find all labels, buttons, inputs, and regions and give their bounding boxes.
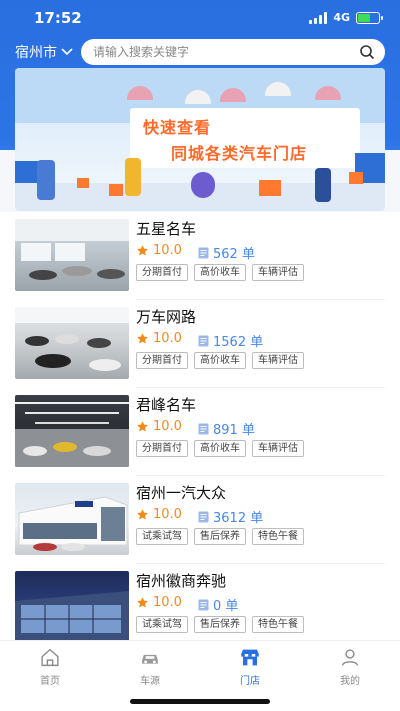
document-icon — [198, 599, 209, 610]
star-icon — [137, 245, 148, 256]
person-illustration — [37, 160, 55, 200]
tab-label: 我的 — [340, 676, 360, 687]
store-rating: 10.0 — [136, 331, 182, 346]
star-icon — [137, 333, 148, 344]
tab-label: 首页 — [40, 676, 60, 687]
star-icon — [137, 421, 148, 432]
home-indicator — [130, 699, 270, 704]
store-name: 宿州徽商奔驰 — [136, 572, 227, 590]
home-icon — [41, 648, 59, 667]
store-rating: 10.0 — [136, 595, 182, 610]
document-icon — [198, 511, 209, 522]
network-label: 4G — [333, 11, 350, 24]
store-tags: 试乘试驾 售后保养 特色午餐 — [136, 528, 304, 545]
store-photo — [15, 571, 129, 640]
store-tags: 分期首付 高价收车 车辆评估 — [136, 264, 304, 281]
banner-title: 快速查看 — [143, 118, 212, 137]
order-count-value: 562 单 — [213, 247, 255, 262]
store-card[interactable]: 宿州徽商奔驰 10.0 0 单 试乘试驾 售后保养 特色午餐 — [0, 564, 400, 640]
search-icon[interactable] — [359, 44, 375, 60]
search-input[interactable] — [81, 39, 331, 65]
rating-value: 10.0 — [153, 419, 182, 434]
document-icon — [198, 423, 209, 434]
store-name: 万车网路 — [136, 308, 197, 326]
tag: 售后保养 — [194, 616, 246, 633]
tag: 试乘试驾 — [136, 616, 188, 633]
store-rating: 10.0 — [136, 243, 182, 258]
order-count-value: 1562 单 — [213, 335, 264, 350]
tag: 特色午餐 — [252, 528, 304, 545]
order-count-value: 3612 单 — [213, 511, 264, 526]
person-illustration — [125, 158, 141, 196]
rating-value: 10.0 — [153, 507, 182, 522]
tab-profile[interactable]: 我的 — [315, 647, 385, 687]
city-selector[interactable]: 宿州市 — [15, 42, 73, 62]
tab-label: 门店 — [240, 676, 260, 687]
store-photo — [15, 483, 129, 555]
store-photo — [15, 219, 129, 291]
store-icon — [241, 649, 259, 666]
status-indicators: 4G — [309, 11, 383, 24]
store-order-count: 891 单 — [198, 419, 255, 438]
car-icon — [142, 654, 158, 664]
tab-stores[interactable]: 门店 — [215, 647, 285, 687]
status-time: 17:52 — [34, 9, 82, 27]
store-order-count: 3612 单 — [198, 507, 263, 526]
store-card[interactable]: 万车网路 10.0 1562 单 分期首付 高价收车 车辆评估 — [0, 300, 400, 388]
star-icon — [137, 597, 148, 608]
order-count-value: 0 单 — [213, 599, 239, 614]
store-card[interactable]: 五星名车 10.0 562 单 分期首付 高价收车 车辆评估 — [0, 212, 400, 300]
tag: 车辆评估 — [252, 352, 304, 369]
tag: 分期首付 — [136, 440, 188, 457]
tag: 车辆评估 — [252, 264, 304, 281]
document-icon — [198, 335, 209, 346]
tag: 售后保养 — [194, 528, 246, 545]
promo-banner[interactable]: 快速查看 同城各类汽车门店 — [15, 68, 385, 211]
tab-home[interactable]: 首页 — [15, 647, 85, 687]
star-icon — [137, 509, 148, 520]
store-photo — [15, 395, 129, 467]
document-icon — [198, 247, 209, 258]
store-photo — [15, 307, 129, 379]
search-row: 宿州市 — [0, 38, 400, 66]
tag: 高价收车 — [194, 352, 246, 369]
person-illustration — [315, 168, 331, 202]
robot-illustration — [191, 172, 215, 198]
tab-cars[interactable]: 车源 — [115, 647, 185, 687]
order-count-value: 891 单 — [213, 423, 255, 438]
signal-icon — [309, 11, 328, 24]
tag: 高价收车 — [194, 264, 246, 281]
rating-value: 10.0 — [153, 243, 182, 258]
chevron-down-icon — [61, 45, 73, 59]
tag: 车辆评估 — [252, 440, 304, 457]
store-order-count: 0 单 — [198, 595, 238, 614]
store-name: 五星名车 — [136, 220, 197, 238]
tag: 分期首付 — [136, 264, 188, 281]
store-tags: 分期首付 高价收车 车辆评估 — [136, 352, 304, 369]
user-icon — [341, 649, 359, 666]
store-tags: 试乘试驾 售后保养 特色午餐 — [136, 616, 304, 633]
store-rating: 10.0 — [136, 507, 182, 522]
tag: 特色午餐 — [252, 616, 304, 633]
rating-value: 10.0 — [153, 595, 182, 610]
city-label: 宿州市 — [15, 45, 57, 61]
store-list: 五星名车 10.0 562 单 分期首付 高价收车 车辆评估 万车网路 10.0… — [0, 212, 400, 640]
battery-icon — [356, 11, 383, 24]
status-bar: 17:52 4G — [0, 0, 400, 36]
tag: 试乘试驾 — [136, 528, 188, 545]
tab-label: 车源 — [140, 676, 160, 687]
store-card[interactable]: 君峰名车 10.0 891 单 分期首付 高价收车 车辆评估 — [0, 388, 400, 476]
store-card[interactable]: 宿州一汽大众 10.0 3612 单 试乘试驾 售后保养 特色午餐 — [0, 476, 400, 564]
banner-subtitle: 同城各类汽车门店 — [171, 144, 308, 163]
store-name: 君峰名车 — [136, 396, 197, 414]
store-rating: 10.0 — [136, 419, 182, 434]
store-tags: 分期首付 高价收车 车辆评估 — [136, 440, 304, 457]
tag: 高价收车 — [194, 440, 246, 457]
rating-value: 10.0 — [153, 331, 182, 346]
store-order-count: 1562 单 — [198, 331, 263, 350]
store-name: 宿州一汽大众 — [136, 484, 227, 502]
tag: 分期首付 — [136, 352, 188, 369]
search-box[interactable] — [81, 39, 385, 65]
store-order-count: 562 单 — [198, 243, 255, 262]
